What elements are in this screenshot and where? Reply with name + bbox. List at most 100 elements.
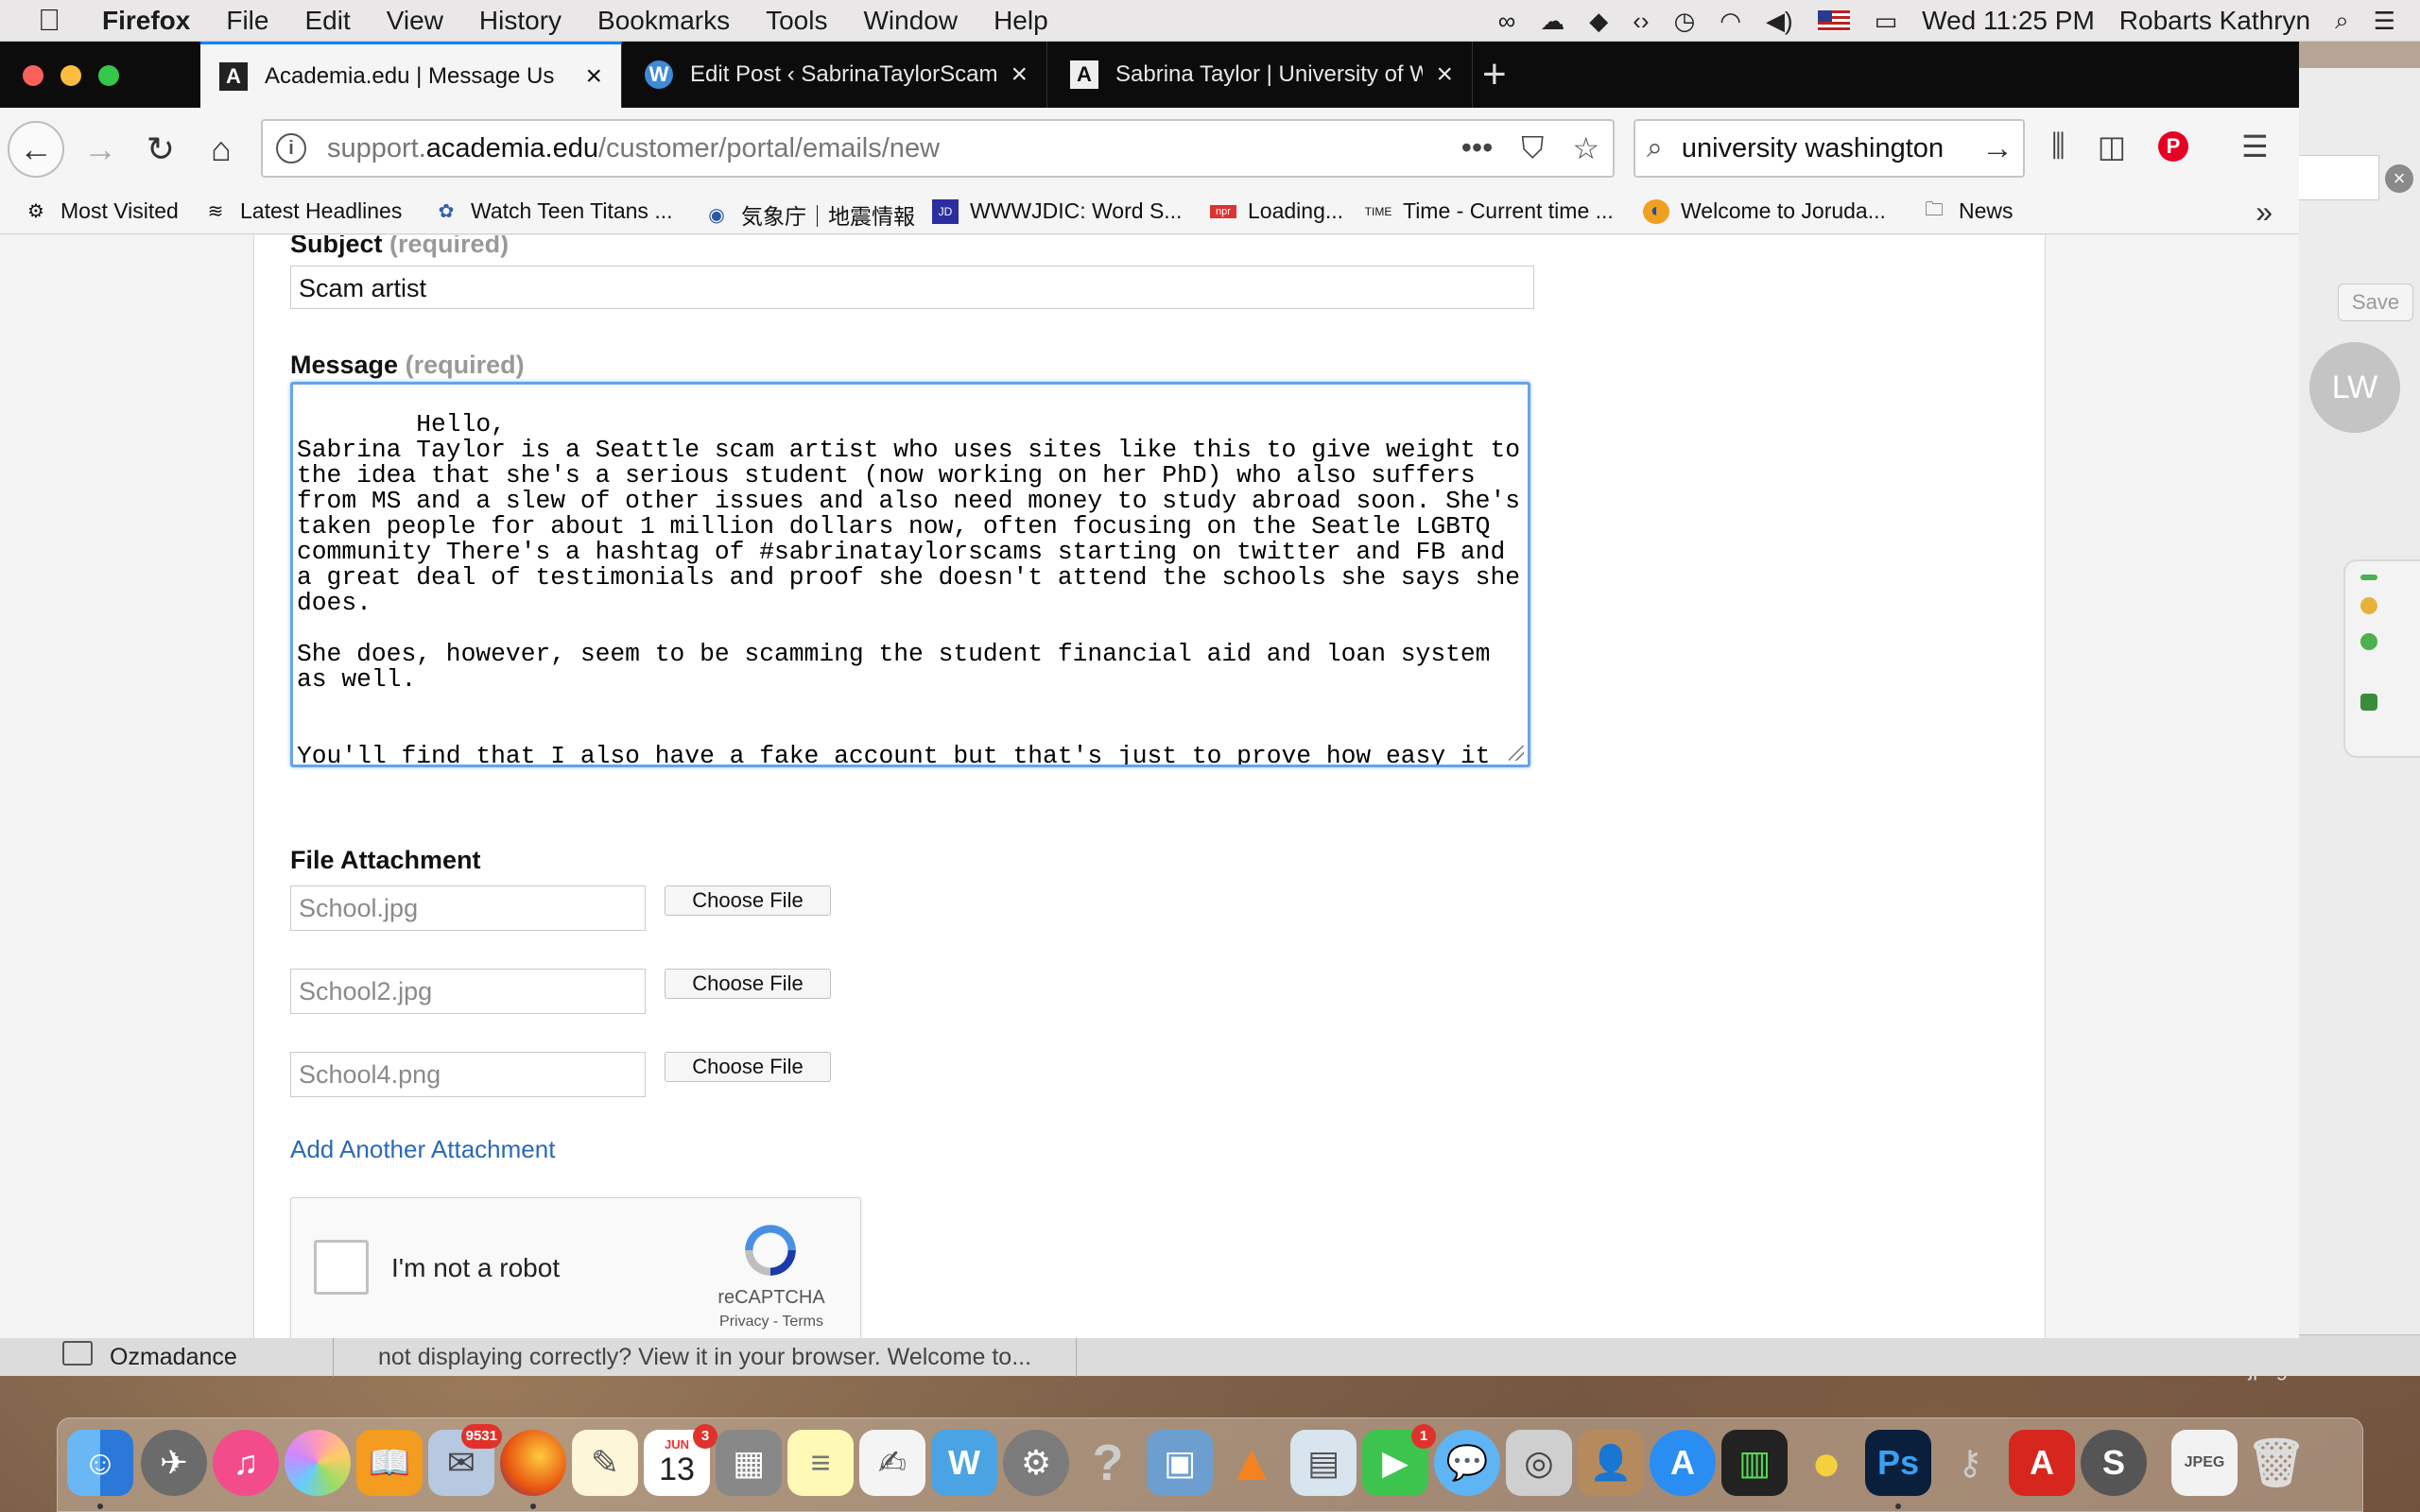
choose-file-button[interactable]: Choose File (665, 885, 831, 916)
choose-file-button[interactable]: Choose File (665, 969, 831, 999)
background-save-button[interactable]: Save (2338, 284, 2413, 321)
battery-icon[interactable]: ▭ (1875, 7, 1898, 36)
launchpad-icon[interactable]: ✈ (141, 1430, 207, 1496)
tab-academia-message[interactable]: A Academia.edu | Message Us × (200, 42, 622, 108)
bookmark-wwwjdic[interactable]: JD WWWJDIC: Word S... (932, 198, 1182, 224)
hamburger-menu-icon[interactable]: ☰ (2241, 129, 2269, 164)
word-icon[interactable]: W (931, 1430, 997, 1496)
search-input[interactable]: university washington (1682, 133, 1944, 164)
forward-icon[interactable]: → (72, 121, 129, 178)
menu-history[interactable]: History (479, 6, 562, 36)
background-input[interactable] (2289, 155, 2379, 200)
tab-sabrina-taylor[interactable]: A Sabrina Taylor | University of W × (1051, 42, 1473, 108)
reload-icon[interactable]: ↻ (132, 121, 189, 178)
notes-icon[interactable]: ≡ (787, 1430, 854, 1496)
menu-file[interactable]: File (226, 6, 268, 36)
search-go-icon[interactable]: → (1981, 130, 2014, 167)
bookmark-time[interactable]: TIME Time - Current time ... (1365, 198, 1614, 224)
apple-icon[interactable]:  (38, 3, 60, 38)
finder-icon[interactable]: ☺ (67, 1430, 133, 1496)
menu-window[interactable]: Window (863, 6, 958, 36)
trash-icon[interactable]: 🗑 (2243, 1430, 2309, 1496)
dropbox-icon[interactable]: ◆ (1589, 7, 1608, 36)
vlc-icon[interactable]: ▲ (1219, 1430, 1285, 1496)
itunes-icon[interactable]: ♫ (213, 1430, 279, 1496)
acrobat-icon[interactable]: A (2009, 1430, 2075, 1496)
bookmark-loading[interactable]: npr Loading... (1210, 198, 1343, 224)
wifi-icon[interactable]: ◠ (1720, 7, 1741, 36)
menu-help[interactable]: Help (994, 6, 1048, 36)
bookmark-most-visited[interactable]: ⚙ Most Visited (23, 198, 179, 224)
jpeg-file-icon[interactable]: JPEG (2171, 1430, 2238, 1496)
messages-icon[interactable]: 💬 (1434, 1430, 1500, 1496)
volume-icon[interactable]: ◀) (1766, 7, 1793, 36)
close-window-button[interactable] (23, 65, 43, 86)
image-capture-icon[interactable]: ▤ (1290, 1430, 1357, 1496)
page-actions-icon[interactable]: ••• (1461, 130, 1494, 166)
chevron-more-icon[interactable]: » (2256, 195, 2273, 230)
code-icon[interactable]: ‹› (1633, 7, 1649, 36)
help-icon[interactable]: ? (1075, 1430, 1141, 1496)
keychain-icon[interactable]: ⚷ (1937, 1430, 2003, 1496)
facetime-icon[interactable]: ▶ 1 (1362, 1424, 1436, 1496)
mail-folder-label[interactable]: Ozmadance (110, 1344, 237, 1371)
notification-center-icon[interactable]: ☰ (2374, 7, 2395, 36)
ibooks-icon[interactable]: 📖 (356, 1430, 423, 1496)
system-preferences-icon[interactable]: ⚙ (1003, 1430, 1069, 1496)
message-textarea[interactable]: Hello, Sabrina Taylor is a Seattle scam … (290, 382, 1530, 767)
subject-input[interactable]: Scam artist (290, 266, 1534, 309)
new-tab-icon[interactable]: + (1482, 51, 1507, 98)
clear-icon[interactable]: × (2385, 164, 2413, 193)
tab-edit-post[interactable]: W Edit Post ‹ SabrinaTaylorScams × (626, 42, 1047, 108)
mail-stamp-icon[interactable]: ✉ 9531 (428, 1424, 502, 1496)
menu-edit[interactable]: Edit (304, 6, 350, 36)
bookmark-jorudan[interactable]: ◐ Welcome to Joruda... (1643, 198, 1886, 224)
bookmark-star-icon[interactable]: ☆ (1572, 130, 1599, 166)
calculator-icon[interactable]: ▦ (716, 1430, 782, 1496)
bookmark-news-folder[interactable]: 🗀 News (1921, 198, 2014, 224)
time-machine-icon[interactable]: ◷ (1674, 7, 1696, 36)
captcha-checkbox[interactable] (314, 1240, 369, 1295)
app-store-icon[interactable]: A (1650, 1430, 1716, 1496)
bookmark-latest-headlines[interactable]: ≋ Latest Headlines (202, 198, 403, 224)
photoshop-icon[interactable]: Ps (1865, 1430, 1931, 1496)
desktop-file-label[interactable]: o.jpeg (2231, 1357, 2288, 1382)
close-tab-icon[interactable]: × (1011, 59, 1028, 91)
choose-file-button[interactable]: Choose File (665, 1052, 831, 1082)
calendar-icon[interactable]: JUN 13 3 (644, 1424, 717, 1496)
zoom-window-button[interactable] (98, 65, 119, 86)
captcha-privacy-terms[interactable]: Privacy - Terms (715, 1314, 828, 1331)
menu-view[interactable]: View (387, 6, 443, 36)
close-tab-icon[interactable]: × (585, 60, 602, 93)
pinterest-icon[interactable]: P (2157, 131, 2188, 162)
textedit-icon[interactable]: ✎ (572, 1430, 638, 1496)
bookmark-jma[interactable]: ◉ 気象庁｜地震情報 (703, 198, 915, 231)
sync-icon[interactable]: S (2081, 1430, 2147, 1496)
creative-cloud-icon[interactable]: ∞ (1498, 7, 1516, 36)
site-info-icon[interactable]: i (276, 133, 306, 163)
preview-icon[interactable]: ▣ (1147, 1430, 1213, 1496)
bookmark-teen-titans[interactable]: ✿ Watch Teen Titans ... (433, 198, 673, 224)
close-tab-icon[interactable]: × (1436, 59, 1453, 91)
search-bar[interactable]: ⌕ university washington → (1634, 119, 2025, 178)
mail-preview-text[interactable]: not displaying correctly? View it in you… (378, 1344, 1031, 1371)
photos-icon[interactable] (285, 1430, 351, 1496)
sidebar-icon[interactable]: ◫ (2098, 129, 2126, 164)
minimize-window-button[interactable] (60, 65, 81, 86)
dvd-player-icon[interactable]: ◎ (1506, 1430, 1572, 1496)
menu-tools[interactable]: Tools (766, 6, 827, 36)
url-bar[interactable]: i support. academia.edu/customer/portal/e… (261, 119, 1615, 178)
cyberduck-icon[interactable]: ● (1793, 1430, 1859, 1496)
pocket-icon[interactable]: ⛉ (1521, 130, 1544, 166)
textedit-doc-icon[interactable]: ✍ (859, 1430, 925, 1496)
library-icon[interactable]: ⫼ (2051, 129, 2066, 164)
home-icon[interactable]: ⌂ (193, 121, 250, 178)
activity-monitor-icon[interactable]: ▥ (1721, 1430, 1788, 1496)
menu-bookmarks[interactable]: Bookmarks (597, 6, 730, 36)
spotlight-search-icon[interactable]: ⌕ (2335, 6, 2349, 36)
input-source-flag-icon[interactable] (1817, 10, 1850, 31)
clock[interactable]: Wed 11:25 PM (1922, 6, 2095, 36)
user-name[interactable]: Robarts Kathryn (2119, 6, 2310, 36)
firefox-icon[interactable] (500, 1430, 566, 1496)
app-name-menu[interactable]: Firefox (102, 6, 190, 36)
